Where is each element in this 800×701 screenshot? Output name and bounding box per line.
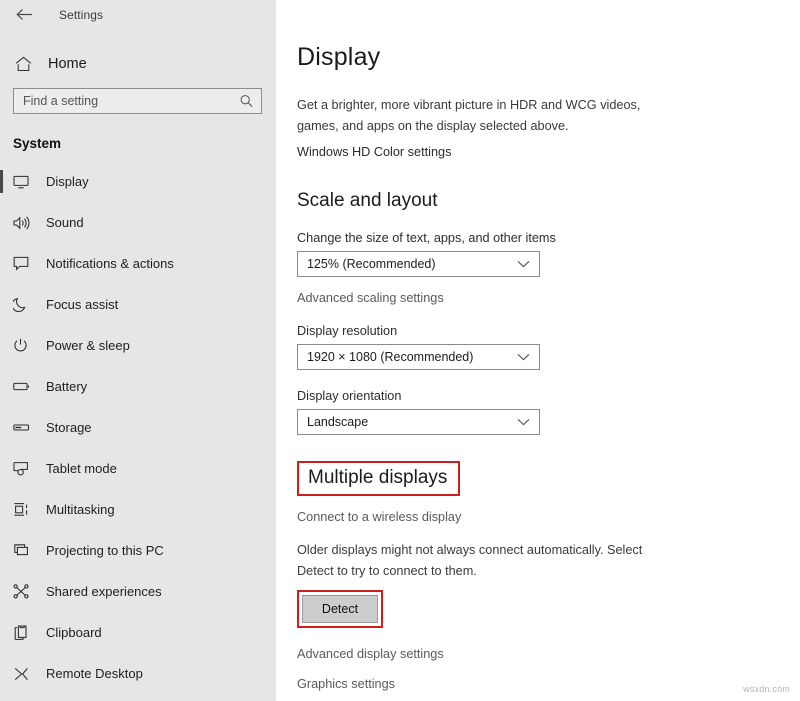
projecting-icon xyxy=(13,541,35,561)
sidebar-item-projecting[interactable]: Projecting to this PC xyxy=(0,530,276,571)
sidebar-item-focus-assist[interactable]: Focus assist xyxy=(0,284,276,325)
multiple-displays-heading: Multiple displays xyxy=(308,467,448,489)
search-input[interactable] xyxy=(14,89,261,113)
sidebar-item-remote-desktop[interactable]: Remote Desktop xyxy=(0,653,276,694)
sidebar-item-tablet-mode[interactable]: Tablet mode xyxy=(0,448,276,489)
back-arrow-icon[interactable] xyxy=(11,5,37,25)
sidebar-item-label: Shared experiences xyxy=(46,584,162,599)
sidebar-item-label: Notifications & actions xyxy=(46,256,174,271)
sidebar-item-label: Clipboard xyxy=(46,625,102,640)
sidebar-item-home[interactable]: Home xyxy=(0,49,276,79)
app-title: Settings xyxy=(59,7,104,22)
windows-hd-color-settings-link[interactable]: Windows HD Color settings xyxy=(297,145,800,159)
notification-icon xyxy=(13,254,35,274)
watermark: wsxdn.com xyxy=(743,684,790,694)
connect-wireless-display-link[interactable]: Connect to a wireless display xyxy=(297,510,800,524)
multitasking-icon xyxy=(13,500,35,520)
multiple-displays-highlight: Multiple displays xyxy=(297,461,461,497)
sidebar-item-clipboard[interactable]: Clipboard xyxy=(0,612,276,653)
detect-button[interactable]: Detect xyxy=(302,595,378,624)
scale-label: Change the size of text, apps, and other… xyxy=(297,231,556,246)
chevron-down-icon xyxy=(517,260,530,268)
settings-window: Settings Home System xyxy=(0,0,800,701)
home-icon xyxy=(15,56,37,72)
sidebar-item-battery[interactable]: Battery xyxy=(0,366,276,407)
clipboard-icon xyxy=(13,623,35,643)
remote-desktop-icon xyxy=(13,664,35,684)
sidebar-item-label: Projecting to this PC xyxy=(46,543,164,558)
sidebar-item-label: Remote Desktop xyxy=(46,666,143,681)
chevron-down-icon xyxy=(517,418,530,426)
hdr-description: Get a brighter, more vibrant picture in … xyxy=(297,98,641,133)
monitor-icon xyxy=(13,172,35,192)
sidebar-group-title: System xyxy=(13,136,62,151)
sidebar-item-label: Sound xyxy=(46,215,84,230)
tablet-icon xyxy=(13,459,35,479)
search-icon[interactable] xyxy=(240,95,253,108)
display-orientation-dropdown[interactable]: Landscape xyxy=(297,409,540,436)
scale-dropdown[interactable]: 125% (Recommended) xyxy=(297,251,540,278)
detect-button-highlight: Detect xyxy=(297,590,383,629)
page-title: Display xyxy=(297,43,381,71)
sidebar-item-label: Multitasking xyxy=(46,502,115,517)
moon-icon xyxy=(13,295,35,315)
sidebar-item-storage[interactable]: Storage xyxy=(0,407,276,448)
display-resolution-label: Display resolution xyxy=(297,324,398,339)
sidebar-item-notifications[interactable]: Notifications & actions xyxy=(0,243,276,284)
sidebar-item-multitasking[interactable]: Multitasking xyxy=(0,489,276,530)
sidebar-item-shared-experiences[interactable]: Shared experiences xyxy=(0,571,276,612)
scale-and-layout-heading: Scale and layout xyxy=(297,190,438,212)
sidebar-nav-list: Display Sound Notifications & actions Fo… xyxy=(0,161,276,694)
sidebar-item-label: Battery xyxy=(46,379,88,394)
chevron-down-icon xyxy=(517,353,530,361)
sidebar-item-label: Tablet mode xyxy=(46,461,117,476)
display-resolution-dropdown[interactable]: 1920 × 1080 (Recommended) xyxy=(297,344,540,371)
scale-dropdown-value: 125% (Recommended) xyxy=(307,257,436,272)
sidebar-item-label: Display xyxy=(46,174,89,189)
storage-icon xyxy=(13,418,35,438)
sidebar-item-label: Power & sleep xyxy=(46,338,130,353)
sidebar-item-label: Storage xyxy=(46,420,92,435)
display-orientation-value: Landscape xyxy=(307,415,369,430)
share-icon xyxy=(13,582,35,602)
power-icon xyxy=(13,336,35,356)
display-resolution-value: 1920 × 1080 (Recommended) xyxy=(307,350,474,365)
sidebar-item-label: Focus assist xyxy=(46,297,119,312)
advanced-display-settings-link[interactable]: Advanced display settings xyxy=(297,647,800,661)
graphics-settings-link[interactable]: Graphics settings xyxy=(297,677,800,691)
title-bar: Settings xyxy=(0,0,276,29)
home-label: Home xyxy=(48,56,87,72)
speaker-icon xyxy=(13,213,35,233)
sidebar: Settings Home System xyxy=(0,0,276,701)
sidebar-item-sound[interactable]: Sound xyxy=(0,202,276,243)
sidebar-item-power-sleep[interactable]: Power & sleep xyxy=(0,325,276,366)
sidebar-item-display[interactable]: Display xyxy=(0,161,276,202)
display-orientation-label: Display orientation xyxy=(297,389,402,404)
main-content: Display Get a brighter, more vibrant pic… xyxy=(276,0,800,701)
advanced-scaling-settings-link[interactable]: Advanced scaling settings xyxy=(297,291,800,305)
detect-description: Older displays might not always connect … xyxy=(297,543,643,578)
battery-icon xyxy=(13,377,35,397)
search-box[interactable] xyxy=(13,88,262,114)
